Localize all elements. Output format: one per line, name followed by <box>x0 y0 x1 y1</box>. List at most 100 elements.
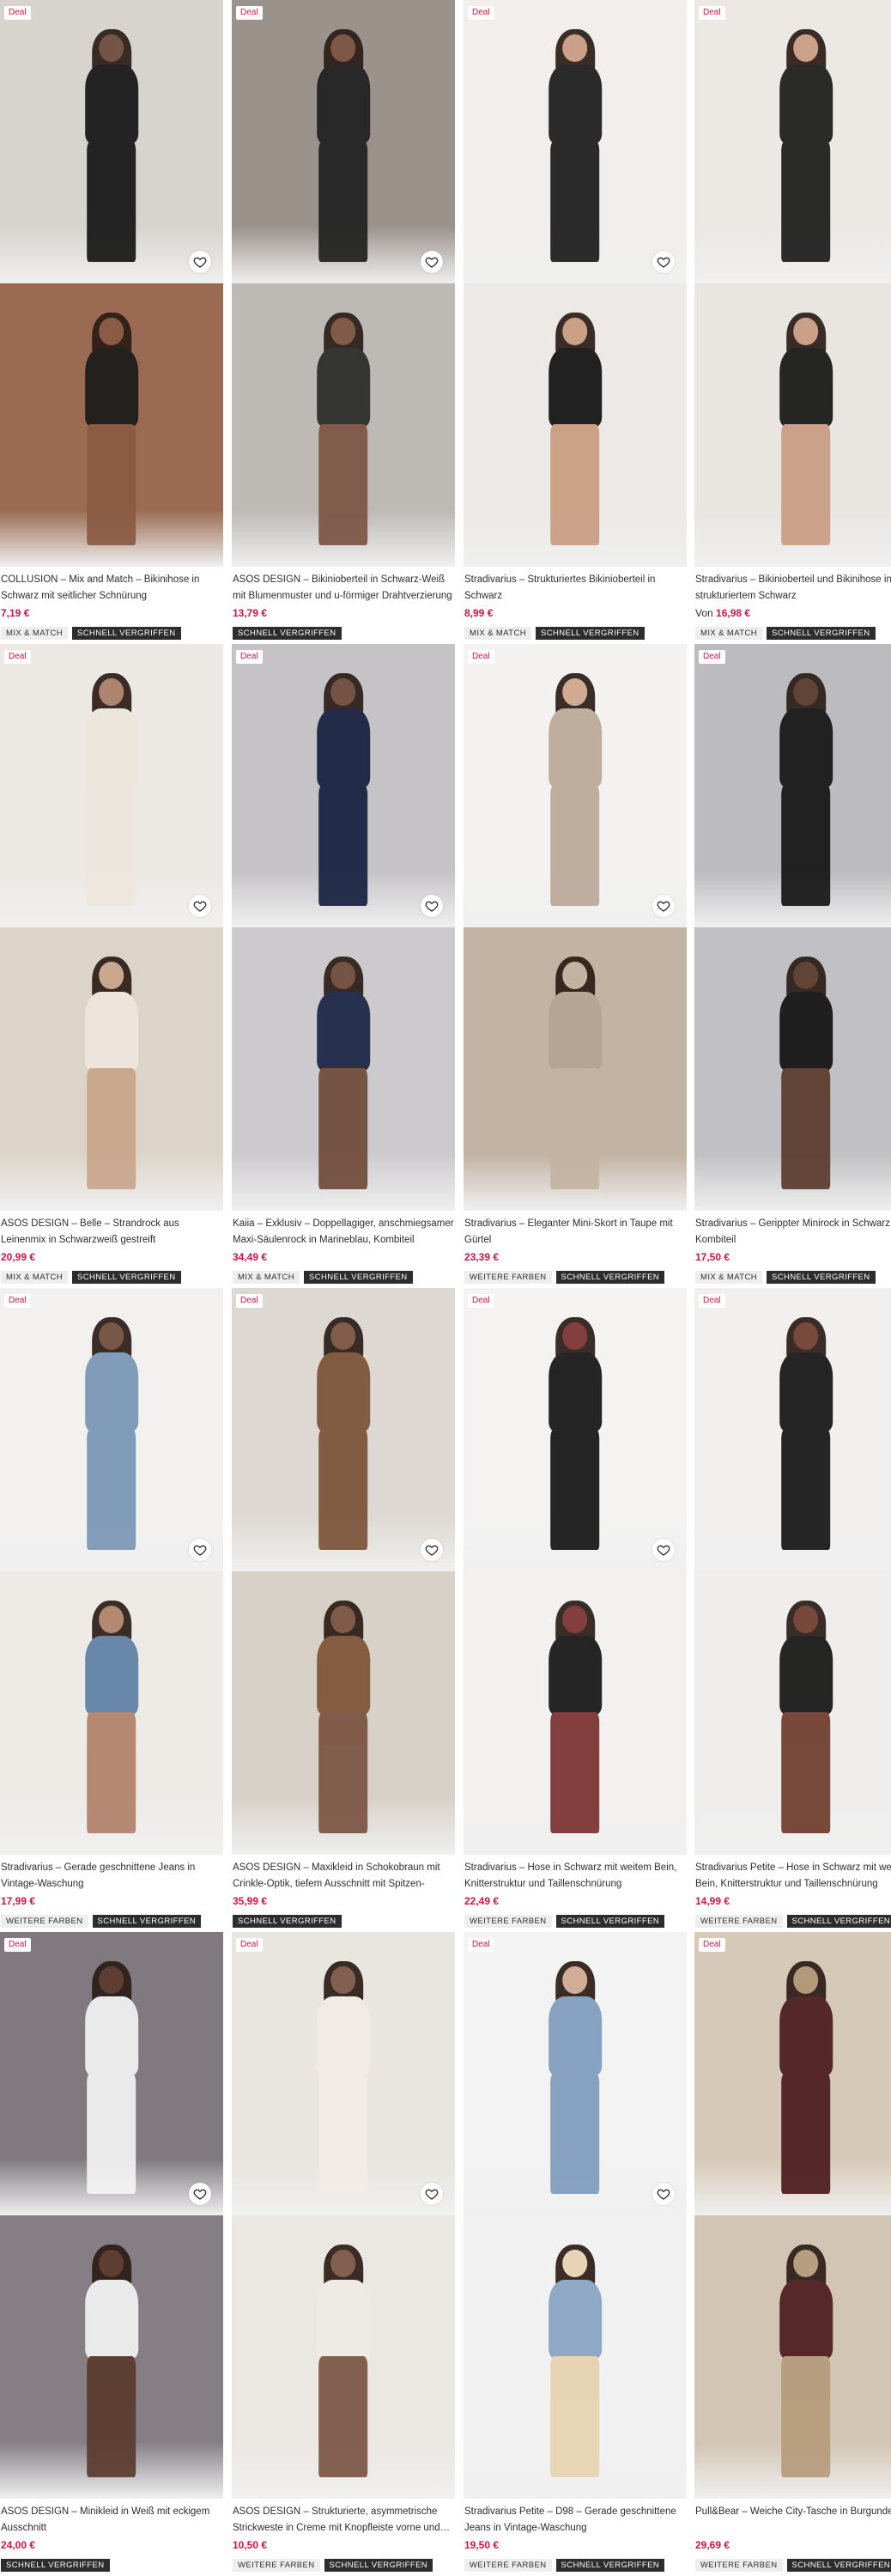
product-image[interactable]: Deal <box>232 644 455 927</box>
save-for-later-button[interactable] <box>652 2183 675 2205</box>
save-for-later-button[interactable] <box>652 251 675 273</box>
model-garment <box>316 2279 371 2359</box>
product-image[interactable]: Deal <box>464 0 687 283</box>
model-garment <box>548 347 603 427</box>
product-tag: WEITERE FARBEN <box>464 1271 552 1284</box>
product-image[interactable]: Deal <box>0 1288 223 1571</box>
save-for-later-button[interactable] <box>652 1539 675 1561</box>
product-card[interactable]: Deal ASOS DESIGN – Bikinioberteil in Schw… <box>232 0 455 640</box>
model-garment <box>779 1352 833 1431</box>
product-tag: WEITERE FARBEN <box>695 1915 783 1928</box>
product-title[interactable]: ASOS DESIGN – Minikleid in Weiß mit ecki… <box>1 2504 222 2537</box>
product-image[interactable]: Deal <box>0 1932 223 2215</box>
price-value: 17,50 € <box>695 1251 730 1263</box>
product-image[interactable] <box>232 2215 455 2499</box>
product-image[interactable]: Deal <box>694 1932 891 2215</box>
product-image[interactable] <box>464 927 687 1211</box>
product-image[interactable] <box>232 927 455 1211</box>
model-garment <box>548 1996 603 2075</box>
product-image[interactable] <box>464 1571 687 1855</box>
product-card[interactable]: Deal ASOS DESIGN – Strukturierte, asymmet… <box>232 1932 455 2572</box>
product-image[interactable]: Deal <box>694 0 891 283</box>
model-garment <box>779 347 833 427</box>
model-legs <box>550 1068 600 1189</box>
save-for-later-button[interactable] <box>189 1539 211 1561</box>
product-title[interactable]: Stradivarius – Eleganter Mini-Skort in T… <box>464 1216 686 1249</box>
product-title[interactable]: Stradivarius Petite – D98 – Gerade gesch… <box>464 2504 686 2537</box>
product-image[interactable] <box>0 927 223 1211</box>
model-garment <box>779 991 833 1071</box>
product-card[interactable]: Deal Stradivarius Petite – D98 – Gerade g… <box>464 1932 687 2572</box>
product-card[interactable]: Deal Kaiia – Exklusiv – Doppellagiger, an… <box>232 644 455 1284</box>
save-for-later-button[interactable] <box>421 1539 443 1561</box>
product-title[interactable]: Stradivarius – Bikinioberteil und Bikini… <box>695 572 891 605</box>
model-legs <box>550 785 600 906</box>
model-figure <box>755 1961 858 2199</box>
product-image[interactable]: Deal <box>694 644 891 927</box>
model-garment <box>548 1352 603 1431</box>
product-title[interactable]: ASOS DESIGN – Belle – Strandrock aus Lei… <box>1 1216 222 1249</box>
product-card[interactable]: Deal Stradivarius – Gerade geschnittene J… <box>0 1288 223 1928</box>
product-title[interactable]: Stradivarius – Gerade geschnittene Jeans… <box>1 1860 222 1893</box>
product-card[interactable]: Deal Stradivarius – Hose in Schwarz mit w… <box>464 1288 687 1928</box>
product-title[interactable]: ASOS DESIGN – Strukturierte, asymmetrisc… <box>233 2504 454 2537</box>
product-image[interactable] <box>694 2215 891 2499</box>
model-garment <box>84 1635 139 1715</box>
product-image[interactable] <box>694 283 891 567</box>
heart-icon <box>425 899 439 913</box>
product-price: 7,19 € <box>1 607 29 619</box>
product-image[interactable]: Deal <box>232 0 455 283</box>
product-image[interactable] <box>0 2215 223 2499</box>
save-for-later-button[interactable] <box>189 2183 211 2205</box>
model-figure <box>60 29 163 267</box>
product-title[interactable]: Pull&Bear – Weiche City-Tasche in Burgun… <box>695 2504 891 2537</box>
save-for-later-button[interactable] <box>189 895 211 917</box>
product-image[interactable]: Deal <box>0 0 223 283</box>
product-title[interactable]: Stradivarius – Gerippter Minirock in Sch… <box>695 1216 891 1249</box>
product-image[interactable] <box>232 1571 455 1855</box>
product-card[interactable]: Deal Stradivarius – Eleganter Mini-Skort … <box>464 644 687 1284</box>
model-garment <box>548 64 603 143</box>
product-title[interactable]: Kaiia – Exklusiv – Doppellagiger, anschm… <box>233 1216 454 1249</box>
product-tags: WEITERE FARBEN SCHNELL VERGRIFFEN <box>233 2559 433 2572</box>
product-image[interactable] <box>694 1571 891 1855</box>
save-for-later-button[interactable] <box>421 895 443 917</box>
product-image[interactable]: Deal <box>232 1288 455 1571</box>
price-value: 17,99 € <box>1 1895 36 1907</box>
product-title[interactable]: Stradivarius – Strukturiertes Bikiniober… <box>464 572 686 605</box>
product-image[interactable] <box>694 927 891 1211</box>
model-garment <box>316 1352 371 1431</box>
model-garment <box>316 991 371 1071</box>
save-for-later-button[interactable] <box>421 251 443 273</box>
product-title[interactable]: Stradivarius Petite – Hose in Schwarz mi… <box>695 1860 891 1893</box>
product-image[interactable] <box>0 283 223 567</box>
product-image[interactable]: Deal <box>0 644 223 927</box>
product-image[interactable] <box>0 1571 223 1855</box>
product-image[interactable]: Deal <box>464 1932 687 2215</box>
product-card[interactable]: Deal ASOS DESIGN – Maxikleid in Schokobra… <box>232 1288 455 1928</box>
product-card[interactable]: Deal Stradivarius – Strukturiertes Bikini… <box>464 0 687 640</box>
model-legs <box>318 1429 368 1550</box>
product-card[interactable]: Deal COLLUSION – Mix and Match – Bikiniho… <box>0 0 223 640</box>
product-card[interactable]: Deal ASOS DESIGN – Minikleid in Weiß mit … <box>0 1932 223 2572</box>
save-for-later-button[interactable] <box>652 895 675 917</box>
product-card[interactable]: Deal Pull&Bear – Weiche City-Tasche in Bu… <box>694 1932 891 2572</box>
product-card[interactable]: Deal Stradivarius – Gerippter Minirock in… <box>694 644 891 1284</box>
save-for-later-button[interactable] <box>421 2183 443 2205</box>
product-image[interactable] <box>464 283 687 567</box>
product-title[interactable]: ASOS DESIGN – Maxikleid in Schokobraun m… <box>233 1860 454 1893</box>
product-image[interactable] <box>232 283 455 567</box>
product-title[interactable]: Stradivarius – Hose in Schwarz mit weite… <box>464 1860 686 1893</box>
product-price: 10,50 € <box>233 2539 267 2551</box>
product-image[interactable] <box>464 2215 687 2499</box>
product-image[interactable]: Deal <box>694 1288 891 1571</box>
product-card[interactable]: Deal Stradivarius – Bikinioberteil und Bi… <box>694 0 891 640</box>
product-image[interactable]: Deal <box>232 1932 455 2215</box>
product-card[interactable]: Deal ASOS DESIGN – Belle – Strandrock aus… <box>0 644 223 1284</box>
product-image[interactable]: Deal <box>464 644 687 927</box>
product-title[interactable]: ASOS DESIGN – Bikinioberteil in Schwarz-… <box>233 572 454 605</box>
product-card[interactable]: Deal Stradivarius Petite – Hose in Schwar… <box>694 1288 891 1928</box>
save-for-later-button[interactable] <box>189 251 211 273</box>
product-image[interactable]: Deal <box>464 1288 687 1571</box>
product-title[interactable]: COLLUSION – Mix and Match – Bikinihose i… <box>1 572 222 605</box>
